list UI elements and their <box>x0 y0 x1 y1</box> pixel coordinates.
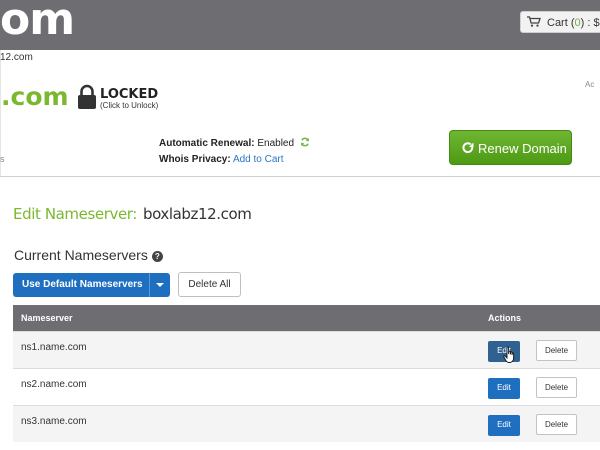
page-title: Edit Nameserver: boxlabz12.com <box>13 205 252 223</box>
table-row: ns2.name.com Edit Delete <box>13 368 600 405</box>
chevron-down-icon[interactable] <box>150 273 170 297</box>
whois-privacy-row: Whois Privacy: Add to Cart <box>159 154 284 165</box>
cart-button[interactable]: Cart (0) : $ <box>520 11 600 33</box>
renew-domain-label: Renew Domain <box>478 141 567 156</box>
nameserver-cell: ns2.name.com <box>21 379 87 390</box>
delete-button[interactable]: Delete <box>536 414 577 435</box>
page-title-domain: boxlabz12.com <box>142 205 252 223</box>
delete-button[interactable]: Delete <box>536 340 577 361</box>
lock-icon[interactable] <box>77 84 97 110</box>
site-logo[interactable]: om <box>0 0 75 45</box>
hand-cursor-icon <box>503 346 515 363</box>
cart-label: Cart ( <box>547 17 575 29</box>
actions-edge-label: Ac <box>585 80 595 89</box>
nameserver-cell: ns1.name.com <box>21 342 87 353</box>
renew-domain-button[interactable]: Renew Domain <box>449 130 572 165</box>
refresh-icon[interactable] <box>300 137 310 147</box>
nameserver-cell: ns3.name.com <box>21 416 87 427</box>
cart-icon <box>527 16 541 27</box>
breadcrumb[interactable]: 12.com <box>0 52 33 63</box>
auto-renewal-value: Enabled <box>257 138 295 149</box>
auto-renewal-row: Automatic Renewal: Enabled <box>159 137 310 149</box>
use-default-nameservers-split-button: Use Default Nameservers <box>13 273 170 297</box>
section-title-text: Current Nameservers <box>14 247 148 263</box>
page-title-prefix: Edit Nameserver: <box>13 205 137 223</box>
section-title: Current Nameservers? <box>14 247 163 263</box>
help-icon[interactable]: ? <box>151 251 163 262</box>
nameserver-table: Nameserver Actions ns1.name.com Edit Del… <box>13 305 600 442</box>
add-to-cart-link[interactable]: Add to Cart <box>233 154 284 165</box>
section-divider <box>0 176 600 177</box>
domain-name-heading: .com <box>1 82 69 111</box>
refresh-icon <box>462 142 474 154</box>
edit-button[interactable]: Edit <box>488 415 520 436</box>
table-header: Nameserver Actions <box>13 305 600 331</box>
delete-all-button[interactable]: Delete All <box>178 272 241 297</box>
use-default-nameservers-button[interactable]: Use Default Nameservers <box>13 273 149 297</box>
column-header-actions: Actions <box>488 313 522 323</box>
top-nav-bar: om Cart (0) : $ <box>0 0 600 50</box>
column-header-nameserver: Nameserver <box>21 313 73 323</box>
left-edge-text: s <box>0 154 5 164</box>
unlock-hint[interactable]: (Click to Unlock) <box>100 101 158 110</box>
cart-amount: $ <box>593 17 600 29</box>
lock-status[interactable]: LOCKED <box>100 87 158 102</box>
delete-button[interactable]: Delete <box>536 377 577 398</box>
whois-label: Whois Privacy: <box>159 154 231 165</box>
table-row: ns3.name.com Edit Delete <box>13 405 600 442</box>
cart-label-close: ) : <box>580 17 591 29</box>
edit-button[interactable]: Edit <box>488 378 520 399</box>
auto-renewal-label: Automatic Renewal: <box>159 138 255 149</box>
